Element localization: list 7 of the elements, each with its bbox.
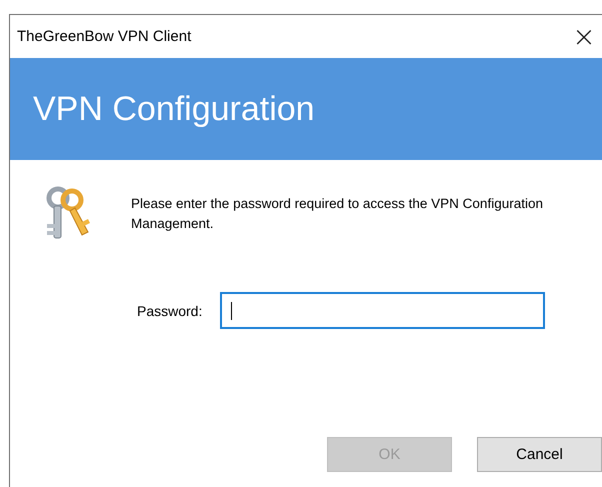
window-title: TheGreenBow VPN Client <box>17 28 192 45</box>
close-button[interactable]: × <box>564 16 602 56</box>
instruction-text: Please enter the password required to access the VPN Configuration Management. <box>131 195 544 233</box>
password-field[interactable] <box>220 292 546 329</box>
password-label: Password: <box>137 302 202 318</box>
header-title: VPN Configuration <box>33 90 315 128</box>
cancel-button[interactable]: Cancel <box>477 437 602 472</box>
